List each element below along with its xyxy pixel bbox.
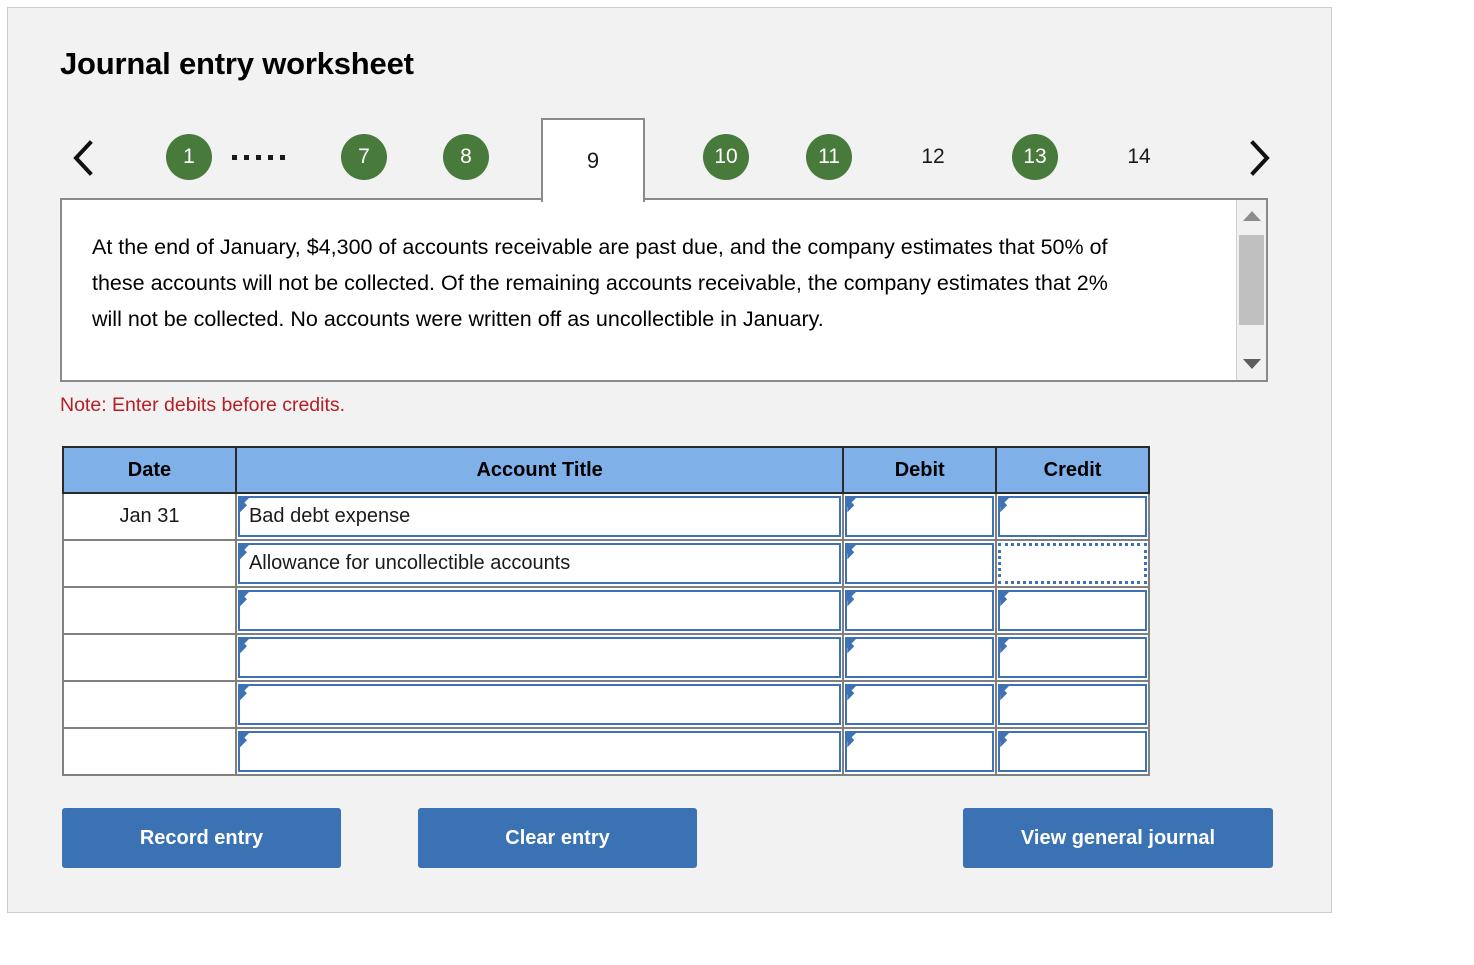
question-text: At the end of January, $4,300 of account… bbox=[92, 235, 1108, 331]
date-cell[interactable] bbox=[62, 727, 237, 776]
tab-10[interactable]: 10 bbox=[703, 134, 749, 180]
scrollbar-thumb[interactable] bbox=[1239, 235, 1264, 325]
account-cell[interactable] bbox=[234, 727, 845, 776]
previous-page-arrow-icon[interactable] bbox=[66, 134, 100, 182]
account-cell[interactable] bbox=[234, 680, 845, 729]
debit-cell[interactable] bbox=[842, 633, 998, 682]
tab-label: 1 bbox=[183, 145, 195, 168]
credit-cell[interactable] bbox=[995, 633, 1150, 682]
tab-12[interactable]: 12 bbox=[910, 134, 956, 180]
credit-cell[interactable] bbox=[995, 492, 1150, 541]
table-row bbox=[62, 586, 1150, 635]
tab-label: 12 bbox=[921, 145, 945, 168]
table-header-row: Date Account Title Debit Credit bbox=[62, 446, 1150, 494]
record-entry-button[interactable]: Record entry bbox=[62, 808, 341, 868]
view-general-journal-button[interactable]: View general journal bbox=[963, 808, 1273, 868]
tab-11[interactable]: 11 bbox=[806, 134, 852, 180]
tab-1[interactable]: 1 bbox=[166, 134, 212, 180]
question-scrollbar[interactable] bbox=[1236, 200, 1266, 380]
debits-before-credits-note: Note: Enter debits before credits. bbox=[60, 394, 346, 416]
tab-ellipsis bbox=[232, 134, 285, 180]
tab-label: 10 bbox=[714, 145, 738, 168]
tab-13[interactable]: 13 bbox=[1012, 134, 1058, 180]
debit-cell[interactable] bbox=[842, 492, 998, 541]
date-cell[interactable] bbox=[62, 586, 237, 635]
page-title: Journal entry worksheet bbox=[60, 46, 414, 81]
date-cell[interactable] bbox=[62, 680, 237, 729]
journal-entry-table: Date Account Title Debit Credit Jan 31 B… bbox=[62, 446, 1150, 776]
tab-label: 11 bbox=[818, 145, 840, 168]
tab-9-active[interactable]: 9 bbox=[541, 118, 645, 202]
clear-entry-button[interactable]: Clear entry bbox=[418, 808, 697, 868]
date-cell[interactable] bbox=[62, 633, 237, 682]
table-row: Allowance for uncollectible accounts bbox=[62, 539, 1150, 588]
credit-cell[interactable] bbox=[995, 586, 1150, 635]
scroll-down-icon[interactable] bbox=[1237, 350, 1266, 378]
account-value: Allowance for uncollectible accounts bbox=[248, 552, 571, 574]
credit-cell[interactable] bbox=[995, 680, 1150, 729]
debit-cell[interactable] bbox=[842, 727, 998, 776]
tab-label: 13 bbox=[1023, 145, 1047, 168]
credit-cell[interactable] bbox=[995, 727, 1150, 776]
tab-label: 7 bbox=[358, 145, 370, 168]
scroll-up-icon[interactable] bbox=[1237, 202, 1266, 230]
column-header-debit: Debit bbox=[842, 446, 998, 494]
tab-label: 8 bbox=[460, 145, 472, 168]
question-panel: At the end of January, $4,300 of account… bbox=[60, 198, 1268, 382]
debit-cell[interactable] bbox=[842, 586, 998, 635]
account-cell[interactable]: Allowance for uncollectible accounts bbox=[234, 539, 845, 588]
table-row bbox=[62, 727, 1150, 776]
table-row: Jan 31 Bad debt expense bbox=[62, 492, 1150, 541]
tab-label: 14 bbox=[1127, 145, 1151, 168]
date-cell[interactable] bbox=[62, 539, 237, 588]
next-page-arrow-icon[interactable] bbox=[1243, 134, 1277, 182]
debit-cell[interactable] bbox=[842, 680, 998, 729]
journal-entry-worksheet-card: Journal entry worksheet 1 7 8 9 10 11 12… bbox=[7, 7, 1332, 913]
account-cell[interactable]: Bad debt expense bbox=[234, 492, 845, 541]
account-cell[interactable] bbox=[234, 633, 845, 682]
column-header-credit: Credit bbox=[995, 446, 1150, 494]
table-row bbox=[62, 633, 1150, 682]
date-cell[interactable]: Jan 31 bbox=[62, 492, 237, 541]
table-row bbox=[62, 680, 1150, 729]
tab-8[interactable]: 8 bbox=[443, 134, 489, 180]
worksheet-tab-strip: 1 7 8 9 10 11 12 13 14 bbox=[60, 116, 1300, 202]
debit-cell[interactable] bbox=[842, 539, 998, 588]
tab-7[interactable]: 7 bbox=[341, 134, 387, 180]
tab-label: 9 bbox=[586, 148, 600, 173]
column-header-account: Account Title bbox=[234, 446, 845, 494]
account-cell[interactable] bbox=[234, 586, 845, 635]
credit-cell-selected[interactable] bbox=[995, 539, 1150, 588]
column-header-date: Date bbox=[62, 446, 237, 494]
tab-14[interactable]: 14 bbox=[1116, 134, 1162, 180]
account-value: Bad debt expense bbox=[248, 505, 411, 527]
